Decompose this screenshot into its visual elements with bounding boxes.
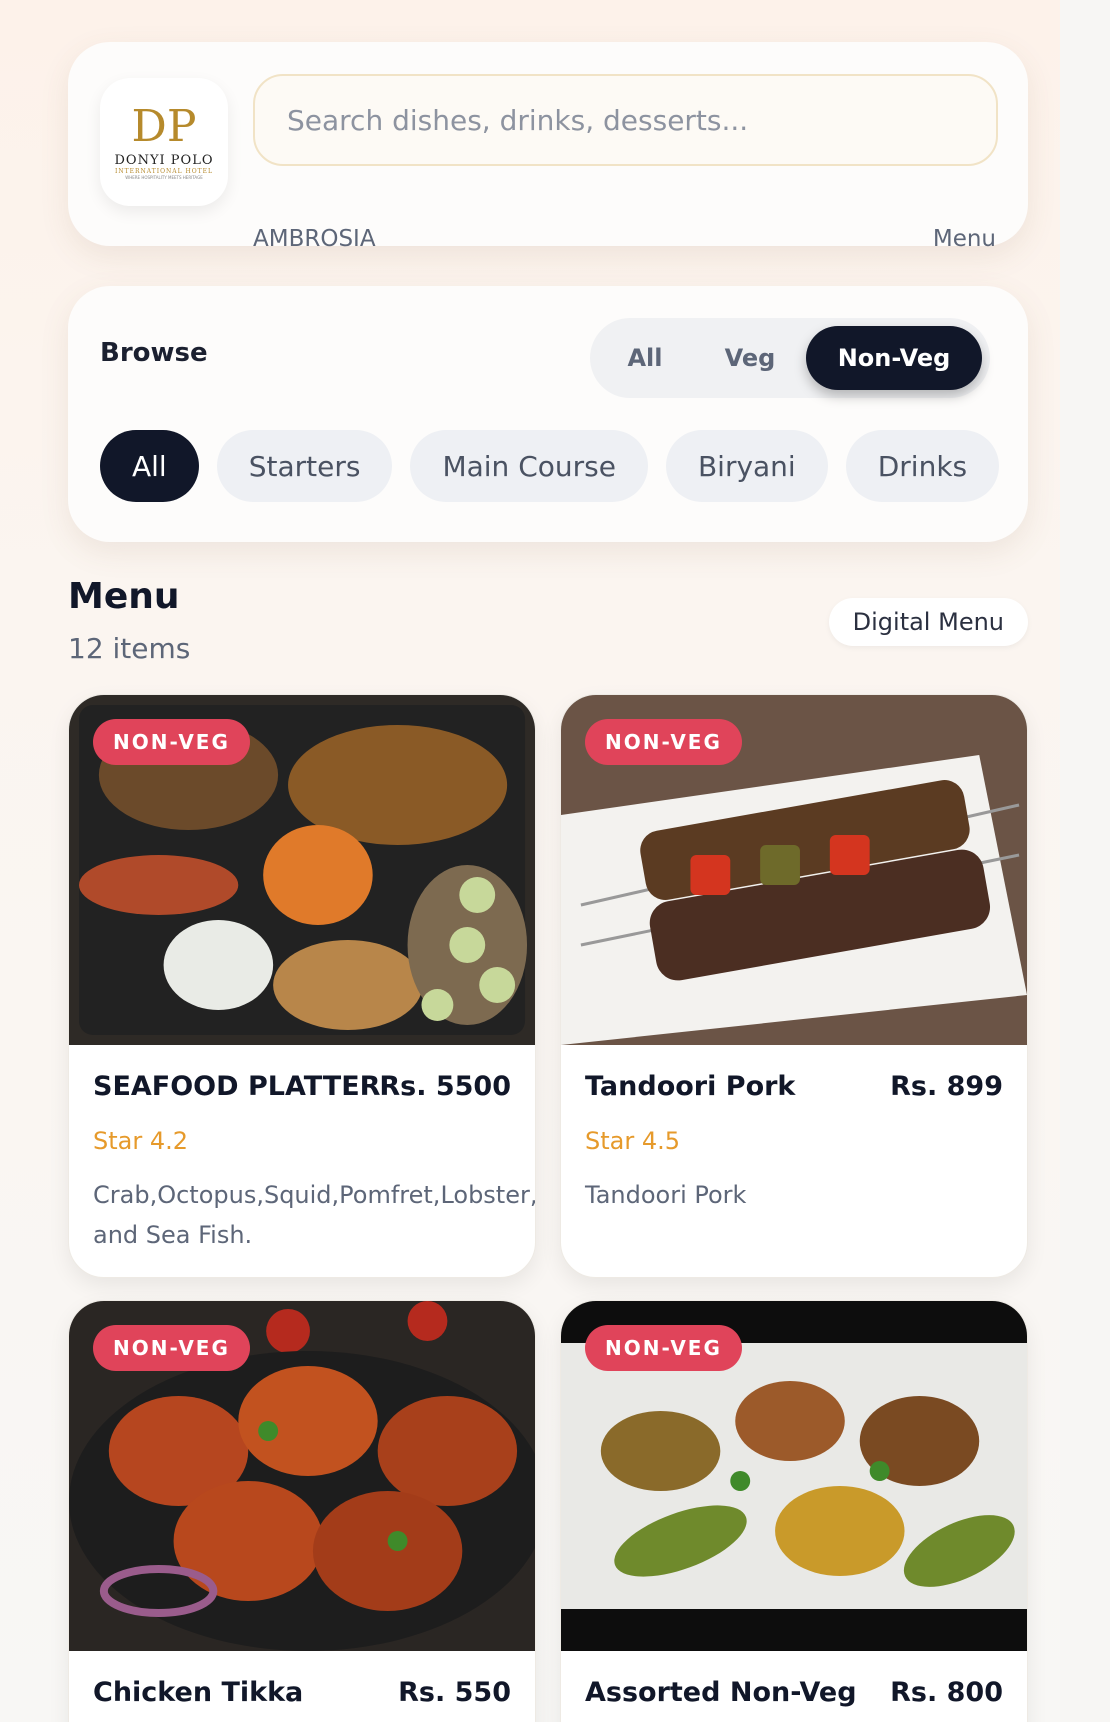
search-placeholder: Search dishes, drinks, desserts... — [287, 103, 749, 137]
filters-card: Browse All Veg Non-Veg All Starters Main… — [68, 286, 1028, 542]
category-chip-starters[interactable]: Starters — [216, 430, 393, 502]
dish-price: Rs. 800 — [890, 1677, 1003, 1708]
non-veg-badge: NON-VEG — [585, 1325, 742, 1371]
dish-card-assorted-non-veg[interactable]: NON-VEG Assorted Non-Veg Rs. 800 — [560, 1300, 1028, 1722]
dish-name: SEAFOOD PLATTER — [93, 1071, 381, 1102]
hotel-logo[interactable]: DP DONYI POLO INTERNATIONAL HOTEL WHERE … — [100, 78, 228, 206]
dish-card-tandoori-pork[interactable]: NON-VEG Tandoori Pork Rs. 899 Star 4.5 T… — [560, 694, 1028, 1278]
logo-subtitle: INTERNATIONAL HOTEL — [114, 167, 214, 175]
dish-card-chicken-tikka[interactable]: NON-VEG Chicken Tikka Rs. 550 — [68, 1300, 536, 1722]
non-veg-badge: NON-VEG — [585, 719, 742, 765]
dish-rating: Star 4.5 — [585, 1127, 681, 1155]
category-chips: All Starters Main Course Biryani Drinks — [100, 430, 1000, 502]
dish-rating: Star 4.2 — [93, 1127, 189, 1155]
dish-name: Chicken Tikka — [93, 1677, 304, 1708]
dish-card-seafood-platter[interactable]: NON-VEG SEAFOOD PLATTER Rs. 5500 Star 4.… — [68, 694, 536, 1278]
diet-option-veg[interactable]: Veg — [700, 326, 800, 390]
category-chip-main-course[interactable]: Main Course — [410, 430, 648, 502]
non-veg-badge: NON-VEG — [93, 719, 250, 765]
header-card: DP DONYI POLO INTERNATIONAL HOTEL WHERE … — [68, 42, 1028, 252]
dish-price: Rs. 550 — [398, 1677, 511, 1708]
dish-price: Rs. 5500 — [379, 1071, 511, 1102]
restaurant-name: AMBROSIA — [253, 226, 376, 252]
dish-name: Assorted Non-Veg — [585, 1677, 857, 1708]
dish-price: Rs. 899 — [890, 1071, 1003, 1102]
diet-option-all[interactable]: All — [590, 326, 700, 390]
non-veg-badge: NON-VEG — [93, 1325, 250, 1371]
category-chip-all[interactable]: All — [100, 430, 199, 502]
browse-label: Browse — [100, 338, 208, 368]
category-chip-drinks[interactable]: Drinks — [845, 430, 1000, 502]
dish-description: Crab,Octopus,Squid,Pomfret,Lobster,Prawn… — [93, 1181, 536, 1249]
search-input[interactable]: Search dishes, drinks, desserts... — [253, 74, 998, 166]
logo-name: DONYI POLO — [114, 152, 214, 168]
dish-description: Tandoori Pork — [585, 1181, 747, 1209]
diet-option-non-veg[interactable]: Non-Veg — [806, 326, 982, 390]
menu-item-count: 12 items — [68, 632, 191, 665]
logo-tagline: WHERE HOSPITALITY MEETS HERITAGE — [125, 174, 203, 180]
category-chip-biryani[interactable]: Biryani — [665, 430, 828, 502]
app-viewport: DP DONYI POLO INTERNATIONAL HOTEL WHERE … — [0, 0, 1060, 1722]
logo-monogram: DP — [131, 100, 197, 152]
menu-link[interactable]: Menu — [933, 226, 996, 252]
diet-toggle: All Veg Non-Veg — [590, 318, 990, 398]
digital-menu-button[interactable]: Digital Menu — [828, 598, 1028, 646]
dish-name: Tandoori Pork — [585, 1071, 796, 1102]
menu-title: Menu — [68, 576, 180, 617]
